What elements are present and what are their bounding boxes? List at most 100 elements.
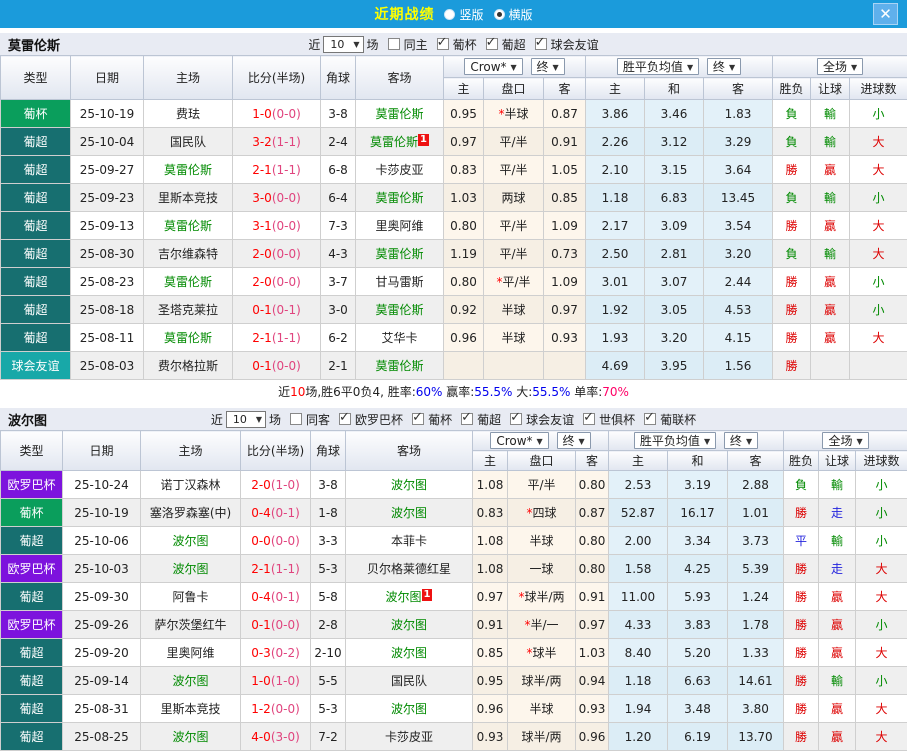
away-team-cell: 国民队 — [345, 666, 473, 695]
score-cell: 0-4(0-1) — [240, 582, 311, 611]
home-team-cell: 圣塔克莱拉 — [143, 295, 233, 324]
date-cell: 25-10-24 — [62, 470, 141, 499]
result-wdl-cell: 負 — [783, 470, 820, 499]
away-team-cell: 里奥阿维 — [355, 211, 444, 240]
col-date: 日期 — [70, 55, 144, 100]
date-cell: 25-10-03 — [62, 554, 141, 583]
team-label: 甘马雷斯 — [375, 275, 424, 289]
handicap-value: 球半/两 — [524, 590, 565, 604]
score-cell: 2-0(1-0) — [240, 470, 311, 499]
handicap-value: 半球 — [529, 534, 554, 548]
fulltime-score: 0-4 — [251, 589, 271, 604]
result-handicap-cell: 輸 — [818, 526, 857, 555]
fulltime-score: 0-0 — [251, 533, 271, 548]
col-date: 日期 — [62, 430, 141, 471]
team-label: 吉尔维森特 — [157, 247, 218, 261]
odds-home-cell: 0.80 — [443, 267, 484, 296]
avg-lose-cell: 4.15 — [702, 323, 774, 352]
league-cell: 葡杯 — [0, 498, 63, 527]
titlebar: 近期战绩 竖版 横版 ✕ — [0, 0, 907, 28]
bookmaker-dropdown[interactable]: Crow* ▼ — [464, 58, 523, 75]
result-wdl-cell: 負 — [772, 183, 812, 212]
fulltime-score: 3-2 — [252, 134, 272, 149]
date-cell: 25-10-04 — [70, 127, 144, 156]
handicap-cell: 平/半 — [507, 470, 576, 499]
team-label: 国民队 — [390, 674, 427, 688]
subcol-handicap: 盘口 — [507, 450, 576, 471]
score-cell: 3-1(0-0) — [232, 211, 321, 240]
chevron-down-icon: ▼ — [686, 63, 694, 72]
home-team-cell: 塞洛罗森塞(中) — [140, 498, 241, 527]
league-filter-checkbox[interactable] — [510, 410, 523, 425]
away-team-cell: 莫雷伦斯 — [355, 295, 444, 324]
avg-win-cell: 1.20 — [608, 722, 668, 751]
avg-draw-cell: 3.07 — [644, 267, 704, 296]
date-cell: 25-08-18 — [70, 295, 144, 324]
active-team-link: 莫雷伦斯 — [163, 163, 212, 177]
date-cell: 25-08-31 — [62, 694, 141, 723]
radio-vertical[interactable] — [444, 8, 456, 20]
active-team-link: 波尔图 — [172, 674, 209, 688]
league-filter-checkbox[interactable] — [339, 410, 352, 425]
corners-cell: 6-2 — [320, 323, 356, 352]
avg-lose-cell: 3.20 — [702, 239, 774, 268]
odds-home-cell: 0.91 — [472, 610, 508, 639]
avg-final-dropdown[interactable]: 终 ▼ — [723, 432, 759, 449]
date-cell: 25-09-20 — [62, 638, 141, 667]
odds-away-cell: 0.80 — [575, 554, 609, 583]
result-wdl-cell: 勝 — [783, 610, 820, 639]
odds-home-cell: 0.83 — [443, 155, 484, 184]
bookmaker-dropdown[interactable]: Crow* ▼ — [490, 432, 549, 449]
col-league: 类型 — [0, 430, 63, 471]
avg-lose-cell: 1.78 — [726, 610, 785, 639]
avg-win-cell: 1.93 — [585, 323, 645, 352]
active-team-link: 莫雷伦斯 — [375, 247, 424, 261]
avg-final-dropdown[interactable]: 终 ▼ — [706, 58, 742, 75]
fulltime-score: 0-1 — [251, 617, 271, 632]
same-venue-checkbox[interactable] — [290, 413, 303, 425]
match-row: 葡超 25-09-27 莫雷伦斯 2-1(1-1) 6-8 卡莎皮亚 0.83 平/半 1.05… — [0, 155, 907, 184]
odds-away-cell: 0.73 — [543, 239, 586, 268]
red-card-badge: 1 — [418, 134, 429, 146]
handicap-value: 半/一 — [530, 618, 559, 632]
summary-segment: 60% — [415, 385, 443, 399]
avg-draw-cell: 6.83 — [644, 183, 704, 212]
league-filter-checkbox[interactable] — [436, 35, 449, 50]
league-filter-checkbox[interactable] — [412, 410, 425, 425]
result-wdl-cell: 勝 — [772, 267, 812, 296]
avg-dropdown[interactable]: 胜平负均值 ▼ — [616, 58, 700, 75]
avg-dropdown[interactable]: 胜平负均值 ▼ — [633, 432, 717, 449]
fulltime-dropdown[interactable]: 全场 ▼ — [816, 58, 864, 75]
league-filter-checkbox[interactable] — [583, 410, 596, 425]
avg-lose-cell: 1.33 — [726, 638, 785, 667]
summary-segment: 近 — [278, 385, 291, 399]
active-team-link: 波尔图 — [390, 478, 427, 492]
odds-home-cell: 0.92 — [443, 295, 484, 324]
final-odds-dropdown[interactable]: 终 ▼ — [556, 432, 591, 449]
result-wdl-cell: 負 — [772, 239, 812, 268]
close-icon[interactable]: ✕ — [873, 3, 898, 25]
handicap-cell: 半球 — [483, 323, 544, 352]
league-cell: 葡超 — [0, 155, 71, 184]
score-cell: 2-0(0-0) — [232, 267, 321, 296]
league-cell: 葡杯 — [0, 99, 71, 128]
home-team-cell: 费珐 — [143, 99, 233, 128]
away-team-cell: 莫雷伦斯 1 — [355, 127, 444, 156]
league-filter-checkbox[interactable] — [534, 35, 547, 50]
league-filter-checkbox[interactable] — [461, 410, 474, 425]
active-team-link: 波尔图 — [390, 646, 427, 660]
recent-count-select[interactable]: 10 ▼ — [225, 410, 267, 428]
handicap-value: 四球 — [532, 506, 557, 520]
odds-away-cell: 0.80 — [575, 470, 609, 499]
final-odds-dropdown[interactable]: 终 ▼ — [530, 58, 565, 75]
chevron-down-icon: ▼ — [353, 39, 360, 49]
avg-odds-group: 胜平负均值 ▼ 终 ▼ — [607, 430, 785, 451]
result-handicap-cell: 贏 — [810, 323, 851, 352]
radio-horizontal[interactable] — [493, 8, 505, 20]
subcol-avg-draw: 和 — [667, 450, 728, 471]
league-filter-checkbox[interactable] — [644, 410, 657, 425]
recent-count-select[interactable]: 10 ▼ — [323, 35, 364, 53]
same-venue-checkbox[interactable] — [387, 38, 400, 50]
league-filter-checkbox[interactable] — [485, 35, 498, 50]
fulltime-dropdown[interactable]: 全场 ▼ — [822, 432, 869, 449]
